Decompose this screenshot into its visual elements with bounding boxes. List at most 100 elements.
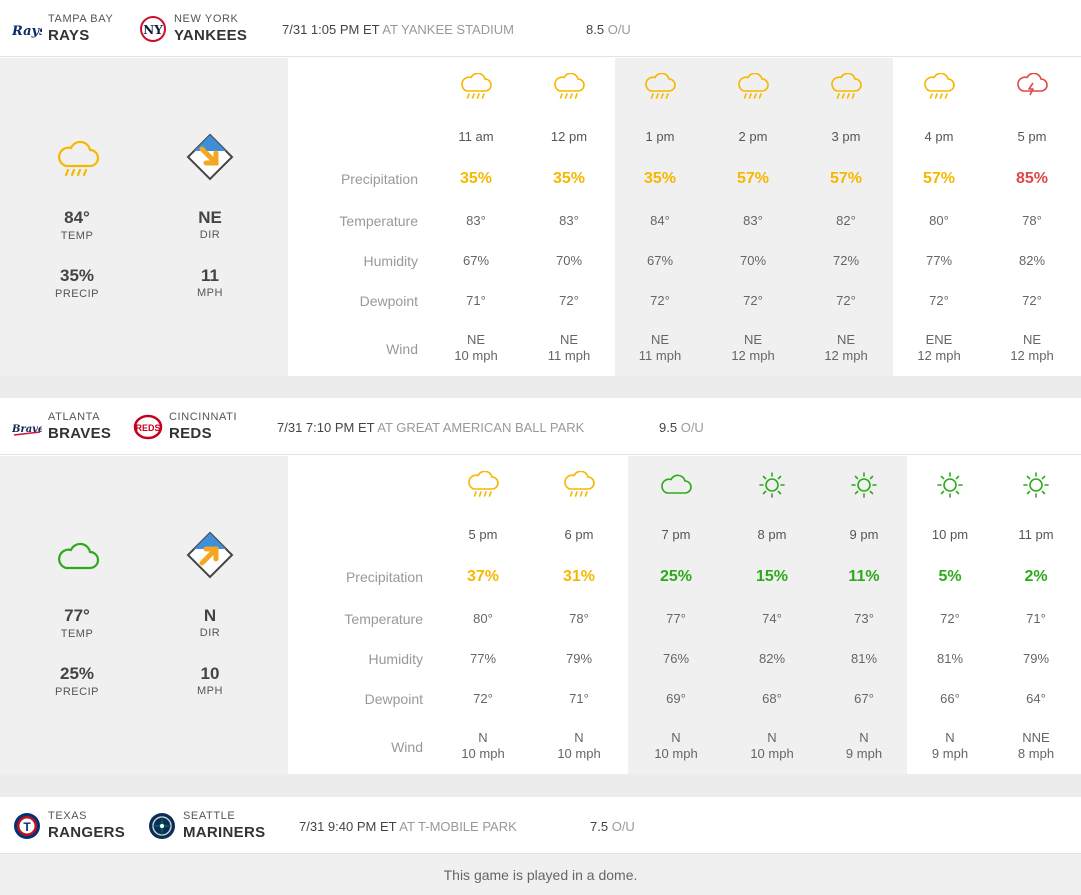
wind-direction: N: [574, 730, 584, 745]
row-label-humidity: Humidity: [368, 651, 423, 667]
ou-value: 9.5: [659, 420, 678, 435]
hour-label: 11 pm: [1018, 527, 1054, 542]
summary-precip: 25%: [59, 664, 95, 683]
cloud-icon: [659, 471, 693, 499]
mariners-logo: [147, 812, 177, 840]
hour-label: 10 pm: [931, 527, 969, 542]
wind-direction: NNE: [1022, 730, 1050, 745]
precip-value: 85%: [1015, 170, 1049, 187]
row-label-dewpoint: Dewpoint: [359, 293, 418, 309]
summary-mph: 11: [201, 266, 219, 285]
over-under: 9.5 O/U: [659, 420, 704, 435]
reds-logo: REDS: [133, 413, 163, 441]
rain-cloud-icon: [552, 72, 586, 101]
temp-value: 83°: [559, 213, 579, 228]
game-time: 7/31 9:40 PM ET AT T-MOBILE PARK: [299, 819, 517, 834]
wind-direction: N: [945, 730, 955, 745]
row-label-dewpoint: Dewpoint: [364, 691, 423, 707]
precip-value: 57%: [829, 170, 863, 187]
over-under: 8.5 O/U: [586, 22, 631, 37]
svg-text:REDS: REDS: [135, 423, 160, 433]
humidity-value: 77%: [925, 253, 953, 268]
humidity-value: 77%: [469, 651, 497, 666]
wind-speed: 12 mph: [917, 348, 961, 363]
dewpoint-value: 68°: [762, 691, 782, 706]
rain-cloud-icon: [459, 72, 493, 101]
humidity-value: 76%: [662, 651, 690, 666]
hour-label: 5 pm: [1017, 129, 1047, 144]
wind-speed: 9 mph: [931, 746, 969, 761]
venue: AT T-MOBILE PARK: [399, 819, 517, 834]
wind-direction: ENE: [925, 332, 953, 347]
wind-speed: 9 mph: [845, 746, 883, 761]
dome-note: This game is played in a dome.: [0, 854, 1081, 895]
wind-speed: 12 mph: [1010, 348, 1054, 363]
weather-summary: 77° TEMP 25% PRECIP N DIR 10 MPH: [0, 456, 288, 774]
temp-value: 80°: [929, 213, 949, 228]
summary-precip-label: PRECIP: [55, 686, 99, 698]
wind-direction: N: [859, 730, 869, 745]
row-label-precipitation: Precipitation: [345, 569, 423, 585]
humidity-value: 70%: [555, 253, 583, 268]
humidity-value: 67%: [646, 253, 674, 268]
hour-label: 9 pm: [849, 527, 879, 542]
hour-label: 1 pm: [645, 129, 675, 144]
svg-text:T: T: [23, 820, 31, 834]
wind-direction: NE: [650, 332, 670, 347]
away-name: RANGERS: [48, 824, 126, 841]
sun-icon: [1019, 471, 1053, 499]
wind-speed: 12 mph: [731, 348, 775, 363]
row-label-humidity: Humidity: [363, 253, 418, 269]
wind-speed: 8 mph: [1017, 746, 1055, 761]
precip-value: 35%: [643, 170, 677, 187]
wind-direction: NE: [1022, 332, 1042, 347]
game-header: T TEXAS RANGERS SEATTLE MARINERS 7/31 9:…: [0, 797, 1081, 854]
game-header: Rays TAMPA BAY RAYS NY NEW YORK YANKEES …: [0, 0, 1081, 57]
temp-value: 71°: [1026, 611, 1046, 626]
dewpoint-value: 72°: [929, 293, 949, 308]
dewpoint-value: 71°: [569, 691, 589, 706]
temp-value: 78°: [569, 611, 589, 626]
rays-logo: Rays: [11, 15, 47, 43]
humidity-value: 82%: [758, 651, 786, 666]
row-label-temperature: Temperature: [339, 213, 418, 229]
precip-value: 35%: [459, 170, 493, 187]
summary-temp-label: TEMP: [60, 628, 94, 640]
yankees-logo: NY: [138, 15, 168, 43]
thunderstorm-icon: [1015, 72, 1049, 101]
hour-label: 12 pm: [550, 129, 588, 144]
hour-label: 4 pm: [924, 129, 954, 144]
summary-temp: 77°: [64, 606, 90, 625]
temp-value: 83°: [743, 213, 763, 228]
summary-mph-label: MPH: [197, 287, 223, 299]
game-time-text: 7/31 7:10 PM ET: [277, 420, 375, 435]
home-name: REDS: [169, 425, 212, 442]
humidity-value: 79%: [565, 651, 593, 666]
home-city: CINCINNATI: [169, 411, 238, 423]
hour-label: 8 pm: [757, 527, 787, 542]
ou-label: O/U: [611, 819, 635, 834]
precip-value: 15%: [755, 568, 789, 585]
sun-icon: [847, 471, 881, 499]
game-time-text: 7/31 1:05 PM ET: [282, 22, 380, 37]
dewpoint-value: 72°: [473, 691, 493, 706]
game-card-braves-reds: Braves ATLANTA BRAVES REDS CINCINNATI RE…: [0, 398, 1081, 774]
away-city: TAMPA BAY: [48, 13, 114, 25]
away-name: BRAVES: [48, 425, 112, 442]
wind-direction: N: [767, 730, 777, 745]
wind-speed: 10 mph: [461, 746, 505, 761]
rain-cloud-icon: [922, 72, 956, 101]
dewpoint-value: 67°: [854, 691, 874, 706]
away-city: TEXAS: [48, 810, 88, 822]
humidity-value: 81%: [936, 651, 964, 666]
wind-direction: N: [671, 730, 681, 745]
ou-label: O/U: [680, 420, 704, 435]
game-time-text: 7/31 9:40 PM ET: [299, 819, 397, 834]
humidity-value: 79%: [1022, 651, 1050, 666]
row-label-temperature: Temperature: [344, 611, 423, 627]
summary-dir: NE: [198, 208, 222, 227]
hour-label: 5 pm: [468, 527, 498, 542]
temp-value: 83°: [466, 213, 486, 228]
wind-speed: 10 mph: [557, 746, 601, 761]
ou-label: O/U: [607, 22, 631, 37]
